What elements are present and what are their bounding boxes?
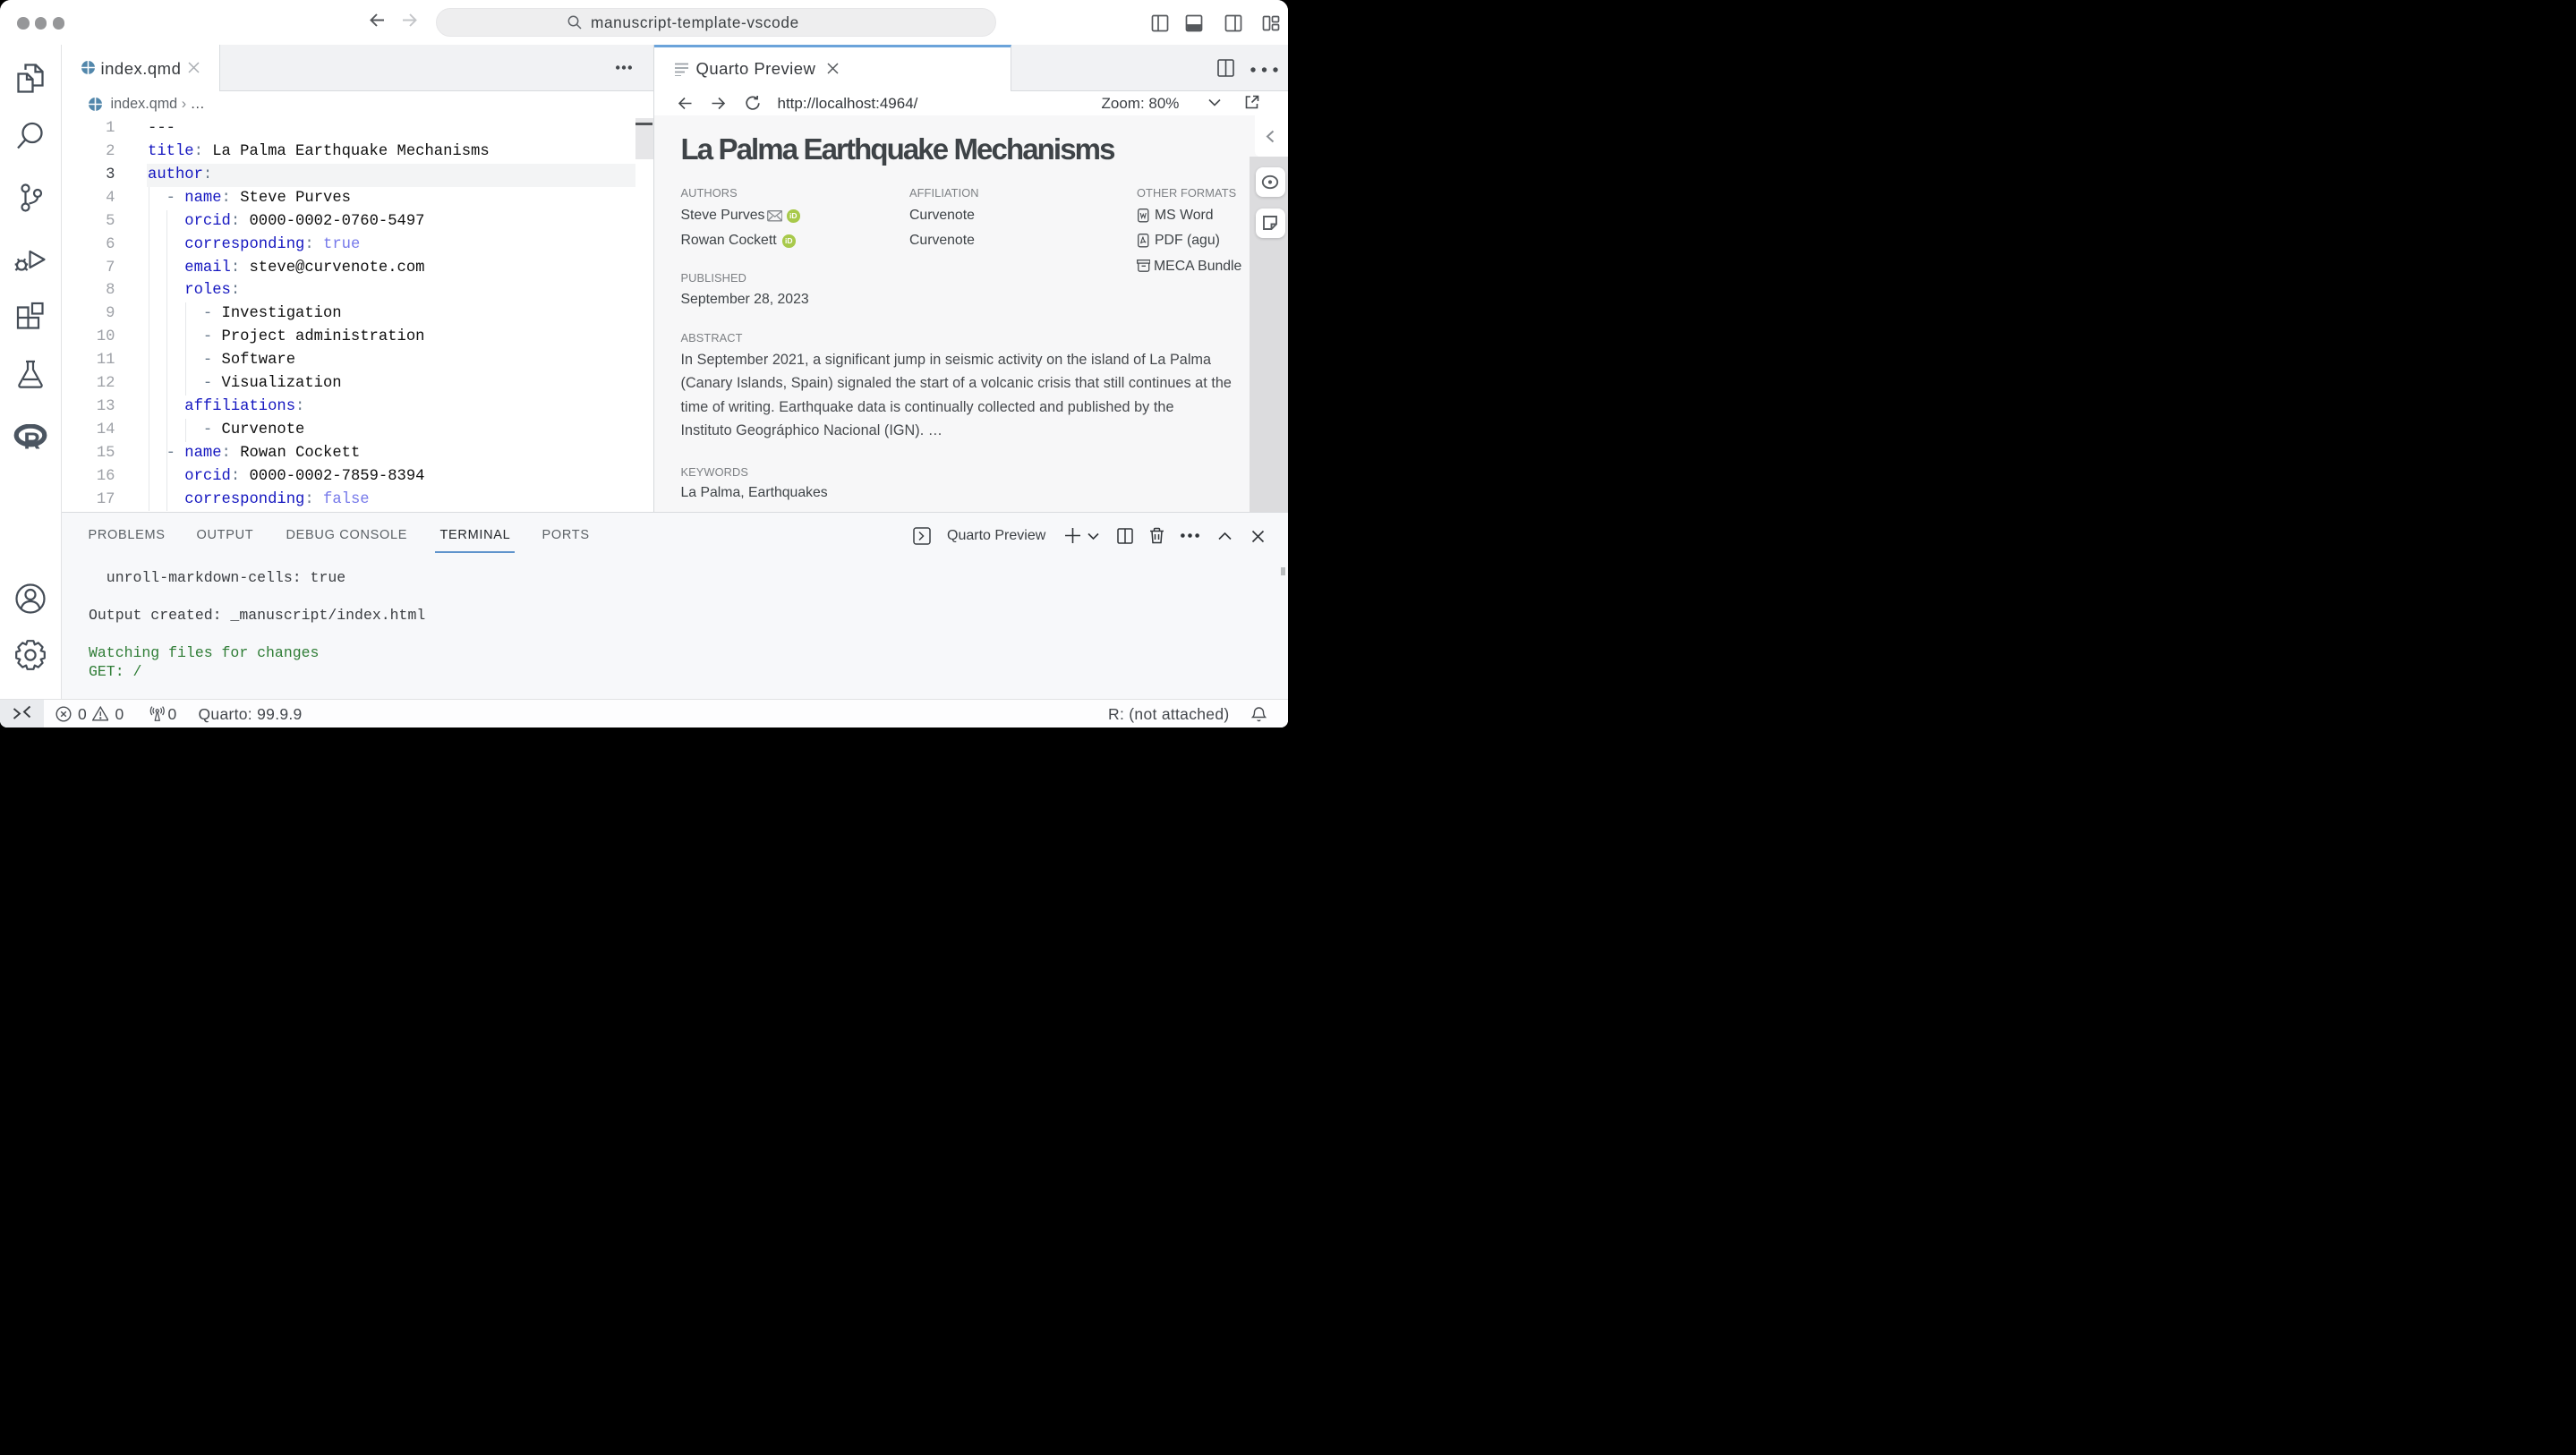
- svg-text:R: R: [24, 430, 40, 452]
